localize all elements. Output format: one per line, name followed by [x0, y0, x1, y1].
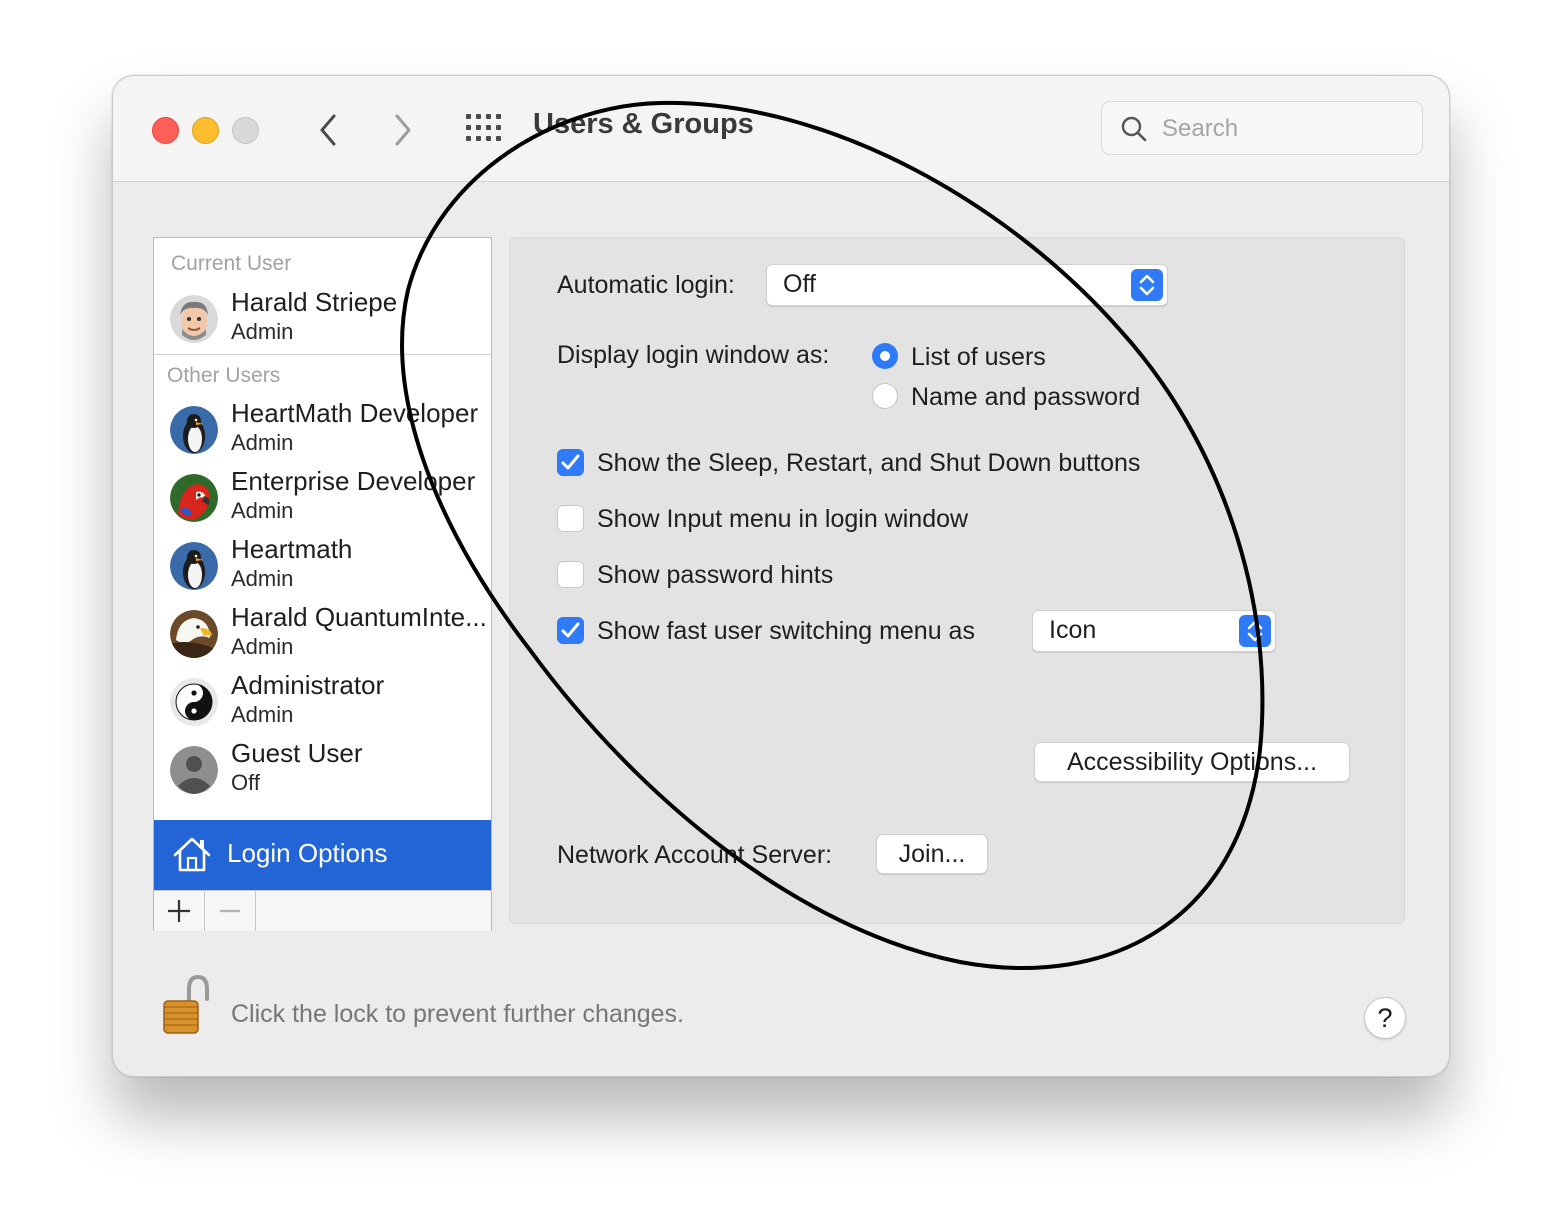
checkbox-password-hints[interactable] — [557, 561, 584, 588]
other-users-label: Other Users — [167, 364, 281, 387]
minimize-button[interactable] — [192, 117, 219, 144]
user-row-current[interactable]: Harald Striepe Admin — [154, 287, 491, 351]
display-login-label: Display login window as: — [557, 341, 830, 369]
user-name: Heartmath — [231, 534, 353, 564]
minus-icon — [220, 909, 240, 913]
user-name: Harald QuantumInte... — [231, 602, 487, 632]
user-role: Admin — [231, 702, 294, 727]
forward-icon[interactable] — [385, 110, 421, 150]
login-options-panel: Automatic login: Off Display login windo… — [509, 237, 1405, 924]
back-icon[interactable] — [310, 110, 346, 150]
checkbox-sleep-restart-label[interactable]: Show the Sleep, Restart, and Shut Down b… — [597, 449, 1140, 478]
penguin-icon — [170, 406, 218, 454]
accessibility-options-button[interactable]: Accessibility Options... — [1034, 742, 1350, 782]
user-name: Guest User — [231, 738, 363, 768]
radio-name-and-password[interactable] — [872, 383, 898, 409]
zoom-button[interactable] — [232, 117, 259, 144]
login-options-label: Login Options — [227, 838, 388, 868]
fast-switching-popup[interactable]: Icon — [1032, 610, 1276, 652]
add-user-button[interactable] — [154, 891, 205, 931]
user-role: Admin — [231, 566, 294, 591]
automatic-login-popup[interactable]: Off — [766, 264, 1168, 306]
checkmark-icon — [561, 454, 580, 470]
current-user-name: Harald Striepe — [231, 287, 398, 317]
title-bar: Users & Groups — [113, 76, 1449, 182]
user-row-guest[interactable]: Guest User Off — [154, 738, 491, 802]
memoji-avatar-icon — [170, 295, 218, 343]
fast-switching-value: Icon — [1049, 616, 1097, 644]
checkbox-input-menu[interactable] — [557, 505, 584, 532]
checkbox-fast-switching[interactable] — [557, 617, 584, 644]
lock-status-text: Click the lock to prevent further change… — [231, 1000, 685, 1028]
user-name: Administrator — [231, 670, 385, 700]
automatic-login-value: Off — [783, 270, 816, 298]
network-account-server-label: Network Account Server: — [557, 841, 833, 869]
remove-user-button[interactable] — [205, 891, 256, 931]
radio-name-and-password-label[interactable]: Name and password — [911, 383, 1140, 412]
user-row-administrator[interactable]: Administrator Admin — [154, 670, 491, 734]
checkmark-icon — [561, 622, 580, 638]
generic-user-icon — [170, 746, 218, 794]
user-role: Off — [231, 770, 260, 795]
checkbox-password-hints-label[interactable]: Show password hints — [597, 561, 833, 590]
window-title: Users & Groups — [533, 108, 754, 140]
unlocked-padlock-icon[interactable] — [161, 973, 211, 1037]
plus-icon — [168, 900, 190, 922]
user-row-harald-quantum[interactable]: Harald QuantumInte... Admin — [154, 602, 491, 666]
join-button[interactable]: Join... — [876, 834, 988, 874]
popup-arrows-icon — [1239, 615, 1271, 647]
user-role: Admin — [231, 634, 294, 659]
users-sidebar: Current User Harald Striepe Admin Other … — [153, 237, 492, 931]
current-user-role: Admin — [231, 319, 294, 344]
checkbox-sleep-restart[interactable] — [557, 449, 584, 476]
login-options-item[interactable]: Login Options — [154, 820, 491, 890]
user-role: Admin — [231, 498, 294, 523]
user-name: HeartMath Developer — [231, 398, 479, 428]
user-row-enterprise-developer[interactable]: Enterprise Developer Admin — [154, 466, 491, 530]
search-field[interactable] — [1101, 101, 1423, 155]
parrot-icon — [170, 474, 218, 522]
user-name: Enterprise Developer — [231, 466, 476, 496]
close-button[interactable] — [152, 117, 179, 144]
sidebar-toolbar — [154, 890, 491, 931]
search-input[interactable] — [1160, 112, 1404, 146]
house-icon — [173, 837, 211, 872]
automatic-login-label: Automatic login: — [557, 271, 735, 299]
checkbox-fast-switching-label[interactable]: Show fast user switching menu as — [597, 617, 975, 646]
user-row-heartmath[interactable]: Heartmath Admin — [154, 534, 491, 598]
eagle-icon — [170, 610, 218, 658]
user-role: Admin — [231, 430, 294, 455]
show-all-grid-icon[interactable] — [465, 113, 503, 143]
users-groups-window: Users & Groups Current User — [112, 75, 1450, 1077]
penguin-icon — [170, 542, 218, 590]
yin-yang-icon — [170, 678, 218, 726]
sidebar-divider — [154, 354, 491, 355]
user-row-heartmath-developer[interactable]: HeartMath Developer Admin — [154, 398, 491, 462]
checkbox-input-menu-label[interactable]: Show Input menu in login window — [597, 505, 968, 534]
radio-list-of-users[interactable] — [872, 343, 898, 369]
current-user-label: Current User — [171, 252, 292, 275]
popup-arrows-icon — [1131, 269, 1163, 301]
radio-list-of-users-label[interactable]: List of users — [911, 343, 1046, 372]
help-button[interactable]: ? — [1364, 997, 1406, 1039]
search-icon — [1121, 116, 1147, 142]
